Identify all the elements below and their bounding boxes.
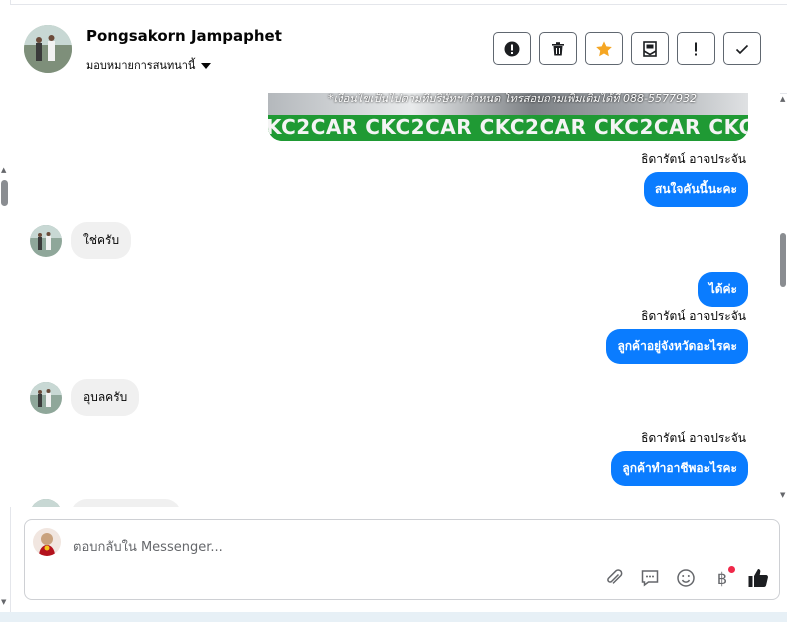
page-avatar xyxy=(33,528,61,556)
contact-avatar-small[interactable] xyxy=(30,499,62,507)
incoming-message[interactable]: อุบลครับ xyxy=(71,379,140,416)
outgoing-message[interactable]: สนใจคันนี้นะคะ xyxy=(644,172,748,207)
sender-name: ธิดารัตน์ อาจประจัน xyxy=(641,152,746,166)
window-bottom-edge xyxy=(0,612,787,622)
scroll-up-arrow-icon[interactable]: ▲ xyxy=(780,95,785,103)
sender-name: ธิดารัตน์ อาจประจัน xyxy=(641,431,746,445)
delete-button[interactable] xyxy=(539,32,577,65)
notification-dot xyxy=(728,566,735,573)
mark-important-button[interactable] xyxy=(677,32,715,65)
saved-reply-icon xyxy=(641,570,659,587)
incoming-message[interactable]: ใช่ครับ xyxy=(71,222,132,259)
contact-avatar[interactable] xyxy=(24,25,72,73)
incoming-message-row: ใช่ครับ xyxy=(30,222,132,259)
alert-circle-icon xyxy=(504,41,520,56)
emoji-icon xyxy=(677,569,695,587)
exclamation-icon xyxy=(695,42,697,55)
like-button[interactable] xyxy=(747,567,769,589)
scroll-up-arrow-icon[interactable]: ▲ xyxy=(1,166,6,174)
scroll-down-arrow-icon[interactable]: ▼ xyxy=(780,491,785,499)
attachment-icon xyxy=(607,569,623,584)
message-thread[interactable]: *เงื่อนไขเป็นไปตามที่บริษัทฯ กำหนด โทรสอ… xyxy=(10,93,780,507)
emoji-button[interactable] xyxy=(675,567,697,589)
scroll-down-arrow-icon[interactable]: ▼ xyxy=(1,598,6,606)
inbox-conversation-panel: ▲ ▼ Pongsakorn Jampaphet มอบหมายการสนทนา… xyxy=(0,0,787,622)
trash-icon xyxy=(552,41,564,55)
assign-conversation-dropdown[interactable]: มอบหมายการสนทนานี้ xyxy=(86,56,212,74)
mark-unread-button[interactable] xyxy=(631,32,669,65)
conversation-actions xyxy=(493,32,761,65)
image-brand-text: KC2CAR CKC2CAR CKC2CAR CKC2CAR CKC2CAR C… xyxy=(268,115,748,139)
star-icon xyxy=(596,40,612,56)
attachment-button[interactable] xyxy=(603,567,625,589)
thread-scrollbar[interactable]: ▲ ▼ xyxy=(780,93,787,507)
outgoing-message[interactable]: ลูกค้าทำอาชีพอะไรคะ xyxy=(611,451,748,486)
thumbs-up-icon xyxy=(748,569,768,587)
mark-unread-icon xyxy=(643,40,657,57)
reply-input[interactable]: ตอบกลับใน Messenger... xyxy=(73,536,223,557)
sender-name: ธิดารัตน์ อาจประจัน xyxy=(641,309,746,323)
baht-payment-icon: ฿ xyxy=(716,568,728,588)
caret-down-icon xyxy=(201,62,212,69)
contact-avatar-small[interactable] xyxy=(30,381,62,414)
outgoing-message[interactable]: ได้ค่ะ xyxy=(697,272,748,307)
incoming-message-row-partial xyxy=(30,499,181,507)
conversation-header: Pongsakorn Jampaphet มอบหมายการสนทนานี้ xyxy=(10,4,787,94)
contact-avatar-small[interactable] xyxy=(30,224,62,257)
shared-car-image[interactable]: *เงื่อนไขเป็นไปตามที่บริษัทฯ กำหนด โทรสอ… xyxy=(268,93,748,141)
payment-button[interactable]: ฿ xyxy=(711,566,735,589)
check-icon xyxy=(735,44,749,54)
follow-up-button[interactable] xyxy=(585,32,623,65)
image-caption: *เงื่อนไขเป็นไปตามที่บริษัทฯ กำหนด โทรสอ… xyxy=(328,93,697,105)
contact-name[interactable]: Pongsakorn Jampaphet xyxy=(86,27,282,45)
scroll-thumb[interactable] xyxy=(780,233,786,287)
incoming-message-row: อุบลครับ xyxy=(30,379,140,416)
composer-tools: ฿ xyxy=(603,566,769,589)
incoming-message-partial[interactable] xyxy=(71,499,181,507)
reply-composer: ตอบกลับใน Messenger... ฿ xyxy=(24,519,780,600)
saved-reply-button[interactable] xyxy=(639,567,661,589)
assign-label: มอบหมายการสนทนานี้ xyxy=(86,59,196,72)
mark-done-button[interactable] xyxy=(723,32,761,65)
outgoing-message[interactable]: ลูกค้าอยู่จังหวัดอะไรคะ xyxy=(606,329,748,364)
scroll-thumb[interactable] xyxy=(1,180,8,206)
spam-button[interactable] xyxy=(493,32,531,65)
